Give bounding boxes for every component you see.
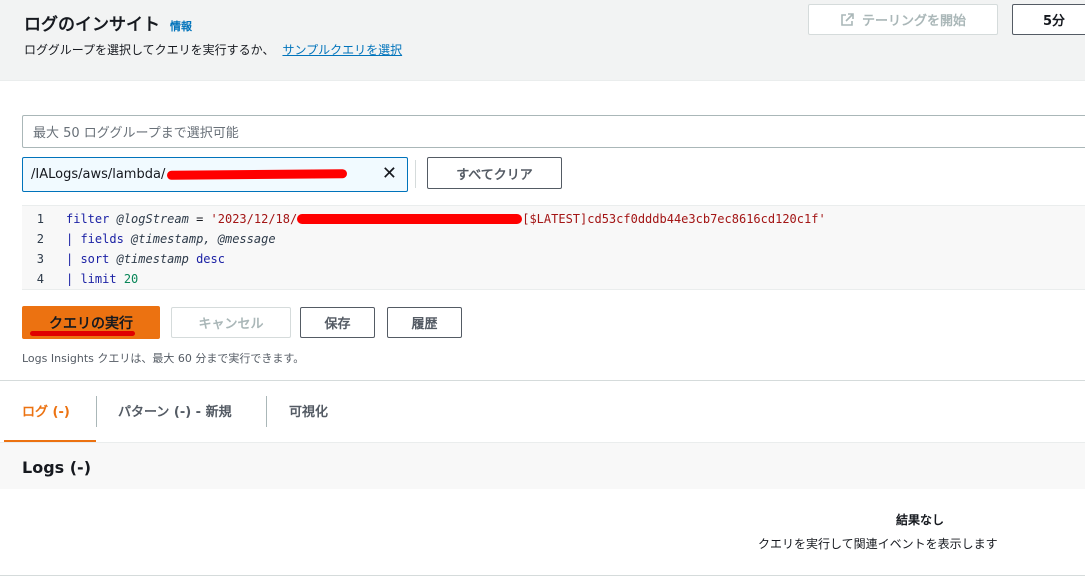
sample-query-link[interactable]: サンプルクエリを選択	[282, 43, 402, 57]
run-query-label: クエリの実行	[49, 315, 133, 332]
history-label: 履歴	[411, 317, 438, 332]
results-tabs: ログ (-) パターン (-) - 新規 可視化	[0, 381, 1085, 443]
selected-log-group-label: /IALogs/aws/lambda/	[31, 167, 166, 182]
empty-state-description: クエリを実行して関連イベントを表示します	[758, 537, 998, 551]
save-button[interactable]: 保存	[300, 307, 375, 338]
keyword: filter	[66, 211, 110, 226]
empty-state-title: 結果なし	[895, 513, 944, 527]
pipe: |	[66, 271, 81, 286]
start-tailing-button[interactable]: テーリングを開始	[808, 4, 998, 35]
page-subtitle: ロググループを選択してクエリを実行するか、 サンプルクエリを選択	[24, 41, 402, 58]
save-label: 保存	[324, 317, 351, 332]
code-line-4: 4 | limit 20	[22, 270, 1085, 287]
code-line-1: 1 filter @logStream = '2023/12/18/ [$LATE…	[22, 210, 1085, 227]
page-title: ログのインサイト	[24, 15, 160, 35]
keyword: desc	[196, 251, 225, 266]
remove-token-icon[interactable]: ✕	[382, 163, 397, 184]
bottom-divider	[0, 575, 1085, 576]
pipe: |	[66, 231, 81, 246]
code-text: | sort @timestamp desc	[66, 252, 225, 266]
redaction-mark	[167, 169, 348, 180]
line-number: 1	[36, 211, 44, 226]
query-duration-note: Logs Insights クエリは、最大 60 分まで実行できます。	[22, 352, 305, 365]
code-text: | limit 20	[66, 272, 138, 286]
number: 20	[123, 271, 139, 286]
history-button[interactable]: 履歴	[387, 307, 462, 338]
variable: @timestamp	[116, 251, 189, 266]
selected-log-group-token: /IALogs/aws/lambda/ ✕	[22, 157, 408, 192]
keyword: sort	[80, 251, 110, 266]
title-row: ログのインサイト 情報	[24, 10, 192, 35]
string-start: '2023/12/18/	[210, 211, 298, 226]
log-group-select-input[interactable]: 最大 50 ロググループまで選択可能	[22, 115, 1085, 148]
line-number: 3	[36, 251, 44, 266]
code-line-2: 2 | fields @timestamp, @message	[22, 230, 1085, 247]
info-link[interactable]: 情報	[170, 18, 192, 34]
clear-all-label: すべてクリア	[456, 167, 533, 183]
header-divider	[0, 80, 1085, 81]
cancel-label: キャンセル	[198, 317, 264, 332]
start-tailing-label: テーリングを開始	[861, 14, 966, 29]
keyword: fields	[80, 231, 124, 246]
cancel-button[interactable]: キャンセル	[171, 307, 291, 338]
page-header: ログのインサイト 情報 ロググループを選択してクエリを実行するか、 サンプルクエリ…	[0, 0, 1085, 80]
tab-logs[interactable]: ログ (-)	[22, 401, 70, 420]
logs-header: Logs (-)	[0, 443, 1085, 489]
operator: =	[188, 211, 211, 226]
code-text: filter @logStream = '2023/12/18/ [$LATEST…	[66, 212, 826, 226]
logs-title: Logs (-)	[22, 458, 91, 477]
line-number: 2	[36, 231, 44, 246]
subtitle-text: ロググループを選択してクエリを実行するか、	[24, 43, 275, 57]
annotation-underline	[30, 331, 135, 336]
clear-all-button[interactable]: すべてクリア	[427, 157, 562, 189]
external-link-icon	[841, 12, 854, 26]
tab-visualization[interactable]: 可視化	[289, 401, 328, 420]
token-separator	[415, 160, 416, 188]
time-range-button[interactable]: 5分	[1012, 4, 1085, 35]
code-line-3: 3 | sort @timestamp desc	[22, 250, 1085, 267]
query-editor[interactable]: 1 filter @logStream = '2023/12/18/ [$LATE…	[22, 205, 1085, 290]
pipe: |	[66, 251, 81, 266]
code-text: | fields @timestamp, @message	[66, 232, 276, 246]
tab-separator	[96, 396, 97, 427]
tab-patterns[interactable]: パターン (-) - 新規	[118, 401, 232, 420]
variable: @logStream	[116, 211, 189, 226]
keyword: limit	[80, 271, 117, 286]
tab-separator	[266, 396, 267, 427]
line-number: 4	[36, 271, 44, 286]
time-range-label: 5分	[1043, 14, 1066, 29]
redaction-mark	[297, 214, 523, 224]
variable: @timestamp, @message	[131, 231, 276, 246]
string-end: [$LATEST]cd53cf0dddb44e3cb7ec8616cd120c1…	[522, 211, 826, 226]
